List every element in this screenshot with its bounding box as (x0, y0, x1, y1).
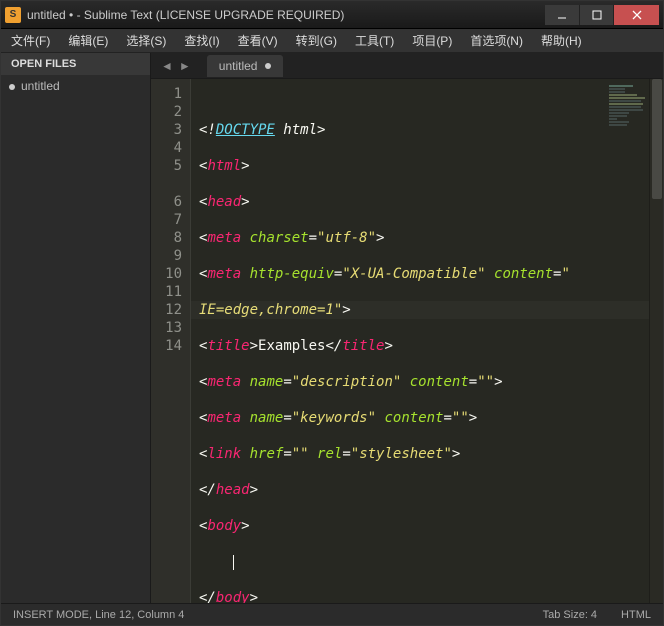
menu-edit[interactable]: 编辑(E) (64, 30, 112, 51)
line-number: 1 (151, 85, 182, 103)
line-number (151, 175, 182, 193)
menubar: 文件(F) 编辑(E) 选择(S) 查找(I) 查看(V) 转到(G) 工具(T… (1, 29, 663, 53)
menu-file[interactable]: 文件(F) (7, 30, 54, 51)
menu-goto[interactable]: 转到(G) (292, 30, 341, 51)
tab-label: untitled (219, 59, 258, 73)
nav-back-icon[interactable]: ◄ (161, 59, 173, 73)
menu-find[interactable]: 查找(I) (180, 30, 223, 51)
vertical-scrollbar[interactable] (649, 79, 663, 603)
scroll-thumb[interactable] (652, 79, 662, 199)
menu-tools[interactable]: 工具(T) (351, 30, 398, 51)
line-number: 4 (151, 139, 182, 157)
menu-help[interactable]: 帮助(H) (537, 30, 586, 51)
code-area: 1 2 3 4 5 6 7 8 9 10 11 12 13 14 (151, 79, 663, 603)
minimize-button[interactable] (545, 5, 579, 25)
body-area: OPEN FILES untitled ◄ ► untitled 1 (1, 53, 663, 603)
editor-column: ◄ ► untitled 1 2 3 4 5 6 7 (151, 53, 663, 603)
close-button[interactable] (613, 5, 659, 25)
line-number: 9 (151, 247, 182, 265)
maximize-button[interactable] (579, 5, 613, 25)
line-number: 8 (151, 229, 182, 247)
open-file-label: untitled (21, 79, 60, 93)
tabbar: ◄ ► untitled (151, 53, 663, 79)
line-number: 13 (151, 319, 182, 337)
line-number: 6 (151, 193, 182, 211)
open-file-item[interactable]: untitled (1, 75, 150, 97)
caret (233, 555, 234, 570)
menu-project[interactable]: 项目(P) (408, 30, 456, 51)
window-title: untitled • - Sublime Text (LICENSE UPGRA… (27, 8, 545, 22)
status-tabsize[interactable]: Tab Size: 4 (543, 609, 597, 621)
titlebar[interactable]: S untitled • - Sublime Text (LICENSE UPG… (1, 1, 663, 29)
line-number: 3 (151, 121, 182, 139)
status-mode: INSERT MODE, Line 12, Column 4 (13, 609, 519, 621)
status-syntax[interactable]: HTML (621, 609, 651, 621)
app-window: S untitled • - Sublime Text (LICENSE UPG… (0, 0, 664, 626)
dirty-dot-icon (9, 84, 15, 90)
code-editor[interactable]: <!DOCTYPE html> <html> <head> <meta char… (191, 79, 649, 603)
statusbar: INSERT MODE, Line 12, Column 4 Tab Size:… (1, 603, 663, 625)
menu-select[interactable]: 选择(S) (122, 30, 170, 51)
tab-dirty-dot-icon (265, 63, 271, 69)
app-icon: S (5, 7, 21, 23)
line-number: 7 (151, 211, 182, 229)
line-number: 14 (151, 337, 182, 355)
open-files-header: OPEN FILES (1, 53, 150, 75)
nav-forward-icon[interactable]: ► (179, 59, 191, 73)
window-controls (545, 5, 659, 25)
menu-view[interactable]: 查看(V) (234, 30, 282, 51)
sidebar: OPEN FILES untitled (1, 53, 151, 603)
minimap[interactable] (609, 85, 649, 155)
line-number: 5 (151, 157, 182, 175)
line-number: 12 (151, 301, 182, 319)
tab-untitled[interactable]: untitled (207, 55, 284, 77)
menu-prefs[interactable]: 首选项(N) (466, 30, 527, 51)
nav-arrows: ◄ ► (151, 59, 201, 73)
line-number: 10 (151, 265, 182, 283)
gutter: 1 2 3 4 5 6 7 8 9 10 11 12 13 14 (151, 79, 191, 603)
line-number: 11 (151, 283, 182, 301)
line-number: 2 (151, 103, 182, 121)
